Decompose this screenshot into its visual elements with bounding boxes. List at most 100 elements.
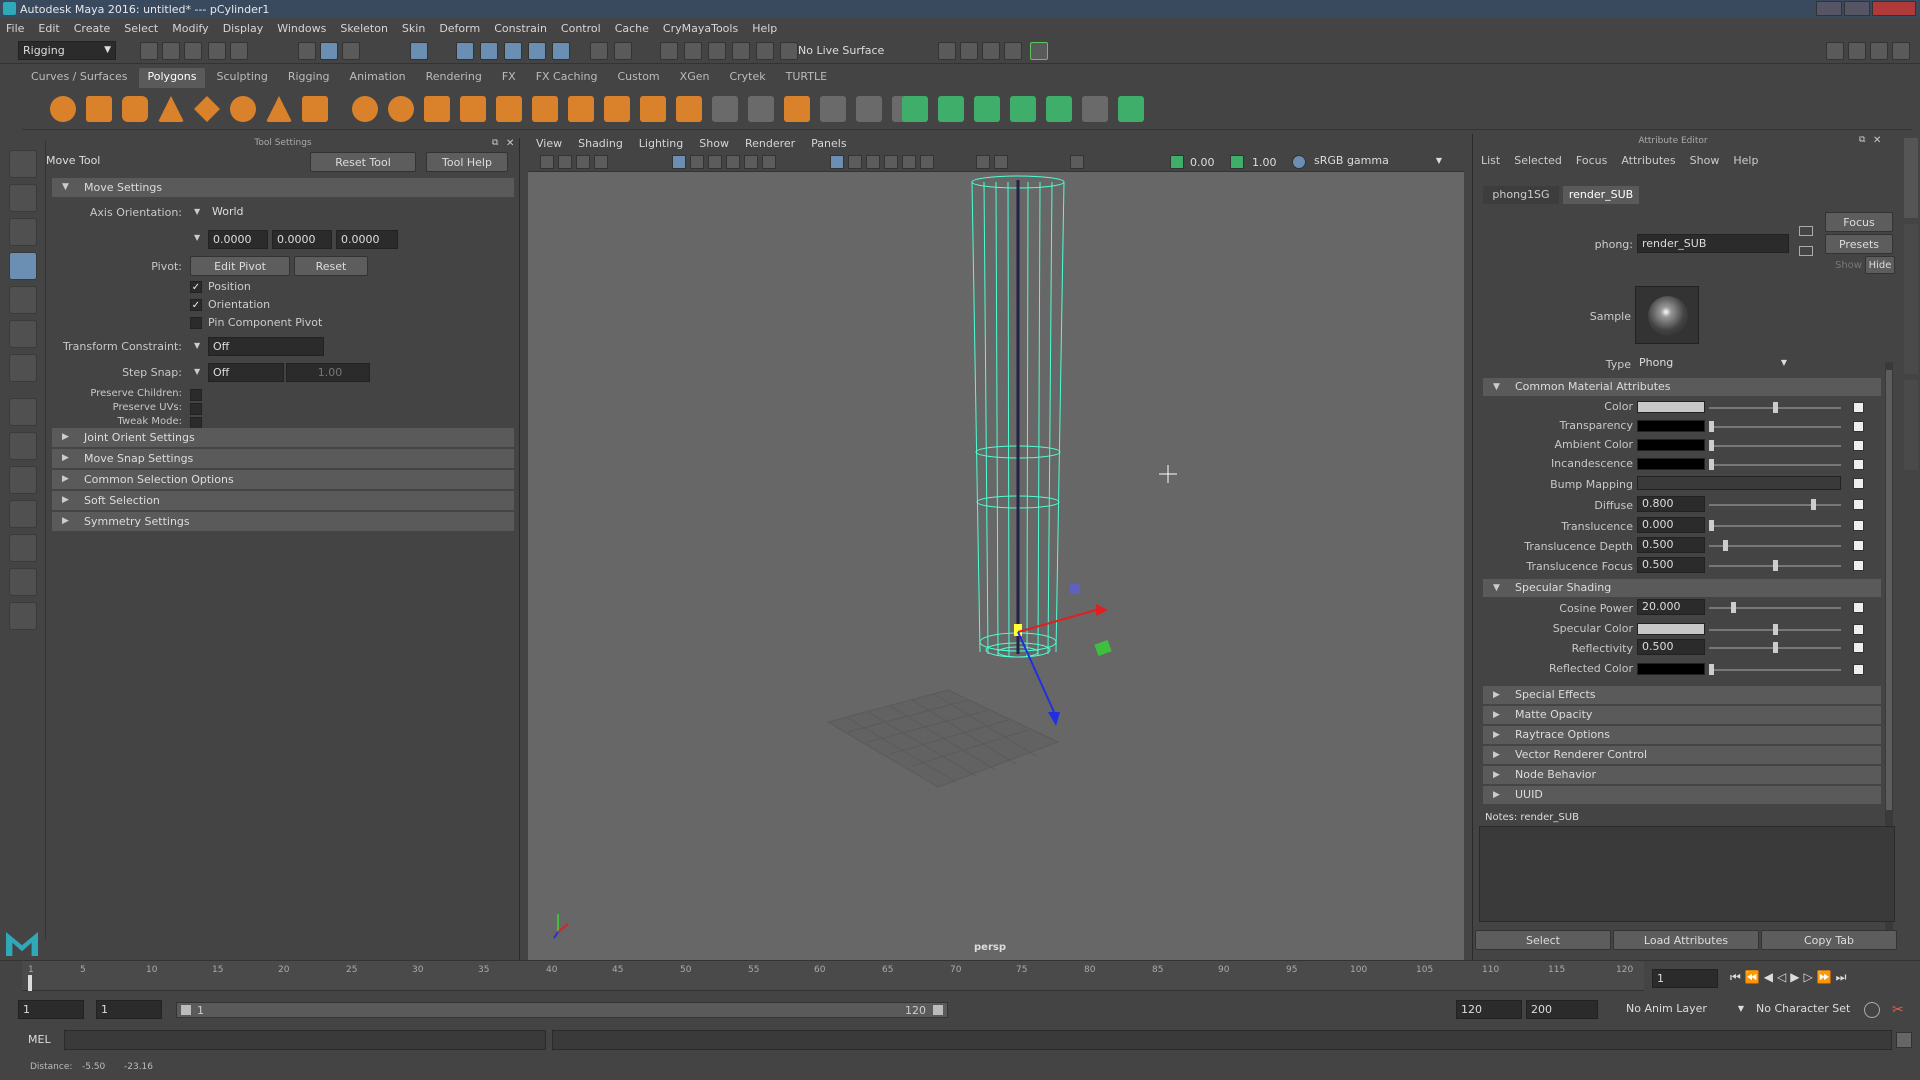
shelf-tab-rendering[interactable]: Rendering bbox=[417, 68, 491, 88]
shelf-tab-crytek[interactable]: Crytek bbox=[720, 68, 774, 88]
current-time-marker[interactable] bbox=[28, 975, 32, 991]
render-settings-icon[interactable] bbox=[982, 42, 1000, 60]
shelf-tab-xgen[interactable]: XGen bbox=[671, 68, 719, 88]
layout-four-icon[interactable] bbox=[1848, 42, 1866, 60]
cosine-power-map-button[interactable] bbox=[1853, 602, 1864, 613]
layout-single-icon[interactable] bbox=[1826, 42, 1844, 60]
edit-pivot-button[interactable]: Edit Pivot bbox=[190, 256, 290, 276]
axis-value-z[interactable]: 0.0000 bbox=[336, 230, 398, 249]
bevel-icon[interactable] bbox=[532, 96, 558, 122]
snap-grid-icon[interactable] bbox=[456, 42, 474, 60]
reflected-color-slider[interactable] bbox=[1709, 669, 1841, 671]
color-map-button[interactable] bbox=[1853, 402, 1864, 413]
ae-tab-phong1sg[interactable]: phong1SG bbox=[1483, 186, 1559, 204]
hide-button[interactable]: Hide bbox=[1865, 256, 1895, 274]
snap-curve-icon[interactable] bbox=[480, 42, 498, 60]
incandescence-slider[interactable] bbox=[1709, 464, 1841, 466]
translucence-depth-map-button[interactable] bbox=[1853, 540, 1864, 551]
move-snap-settings-section[interactable]: ▶ Move Snap Settings bbox=[52, 449, 514, 468]
ambient-color-swatch[interactable] bbox=[1637, 439, 1705, 451]
reflected-color-swatch[interactable] bbox=[1637, 663, 1705, 675]
translucence-focus-field[interactable]: 0.500 bbox=[1637, 557, 1705, 573]
node-behavior-section[interactable]: ▶ Node Behavior bbox=[1483, 766, 1881, 784]
viewport-menu-show[interactable]: Show bbox=[699, 137, 729, 150]
load-attributes-button[interactable]: Load Attributes bbox=[1613, 930, 1759, 950]
notes-textarea[interactable] bbox=[1479, 826, 1895, 922]
viewport-menu-panels[interactable]: Panels bbox=[811, 137, 846, 150]
poly-cone-icon[interactable] bbox=[158, 96, 184, 122]
select-tool-icon[interactable] bbox=[9, 150, 37, 178]
color-space-dropdown[interactable]: sRGB gamma ▼ bbox=[1310, 153, 1446, 170]
close-button[interactable] bbox=[1872, 1, 1916, 16]
go-to-input-icon[interactable] bbox=[1799, 226, 1813, 236]
diffuse-map-button[interactable] bbox=[1853, 499, 1864, 510]
ae-tab-render-sub[interactable]: render_SUB bbox=[1563, 186, 1639, 204]
time-ruler[interactable]: 1 5 10 15 20 25 30 35 40 45 50 55 60 65 … bbox=[22, 961, 1644, 991]
transparency-map-button[interactable] bbox=[1853, 421, 1864, 432]
select-component-icon[interactable] bbox=[342, 42, 360, 60]
menu-cache[interactable]: Cache bbox=[615, 22, 649, 35]
preserve-children-checkbox[interactable] bbox=[190, 389, 202, 401]
poly-pipe-icon[interactable] bbox=[302, 96, 328, 122]
xray-joints-icon[interactable] bbox=[994, 155, 1008, 169]
toggle-panels-icon[interactable] bbox=[1892, 42, 1910, 60]
film-gate-icon[interactable] bbox=[690, 155, 704, 169]
translucence-map-button[interactable] bbox=[1853, 520, 1864, 531]
ambient-color-map-button[interactable] bbox=[1853, 440, 1864, 451]
tool-help-button[interactable]: Tool Help bbox=[426, 152, 508, 172]
smooth-shade-icon[interactable] bbox=[848, 155, 862, 169]
transform-constraint-arrow-icon[interactable]: ▼ bbox=[194, 341, 200, 350]
auto-map-icon[interactable] bbox=[856, 96, 882, 122]
transparency-slider-knob[interactable] bbox=[1709, 421, 1714, 432]
menu-crymayatools[interactable]: CryMayaTools bbox=[663, 22, 738, 35]
shadows-icon[interactable] bbox=[920, 155, 934, 169]
joint-orient-settings-section[interactable]: ▶ Joint Orient Settings bbox=[52, 428, 514, 447]
layout-four-view-icon[interactable] bbox=[9, 432, 37, 460]
isolate-select-icon[interactable] bbox=[1070, 155, 1084, 169]
translucence-depth-field[interactable]: 0.500 bbox=[1637, 537, 1705, 553]
select-hierarchy-icon[interactable] bbox=[298, 42, 316, 60]
go-to-start-icon[interactable]: ⏮ bbox=[1730, 970, 1741, 985]
custom-tool-2-icon[interactable] bbox=[938, 96, 964, 122]
translucence-slider-knob[interactable] bbox=[1709, 520, 1714, 531]
menu-modify[interactable]: Modify bbox=[172, 22, 208, 35]
last-tool-icon[interactable] bbox=[9, 354, 37, 382]
ipr-render-icon[interactable] bbox=[960, 42, 978, 60]
input-ops-icon[interactable] bbox=[684, 42, 702, 60]
poly-cylinder-icon[interactable] bbox=[122, 96, 148, 122]
construction-history-icon[interactable] bbox=[732, 42, 750, 60]
layout-split-icon[interactable] bbox=[1870, 42, 1888, 60]
reflected-color-map-button[interactable] bbox=[1853, 664, 1864, 675]
range-slider-end-handle[interactable] bbox=[933, 1005, 943, 1015]
specular-shading-section[interactable]: ▼ Specular Shading bbox=[1483, 579, 1881, 597]
wireframe-icon[interactable] bbox=[830, 155, 844, 169]
gamma-icon[interactable] bbox=[1230, 155, 1244, 169]
viewport-menu-shading[interactable]: Shading bbox=[578, 137, 623, 150]
reflectivity-field[interactable]: 0.500 bbox=[1637, 639, 1705, 655]
field-chart-icon[interactable] bbox=[744, 155, 758, 169]
orientation-checkbox[interactable]: ✓ bbox=[190, 299, 202, 311]
magnet-icon[interactable] bbox=[614, 42, 632, 60]
play-backwards-icon[interactable]: ◁ bbox=[1777, 970, 1786, 985]
camera-attributes-icon[interactable] bbox=[558, 155, 572, 169]
menu-constrain[interactable]: Constrain bbox=[494, 22, 547, 35]
live-surface-icon[interactable] bbox=[756, 42, 774, 60]
time-slider[interactable]: 1 5 10 15 20 25 30 35 40 45 50 55 60 65 … bbox=[0, 960, 1920, 994]
show-label[interactable]: Show bbox=[1835, 260, 1862, 271]
color-management-icon[interactable] bbox=[1292, 155, 1306, 169]
grid-toggle-icon[interactable] bbox=[672, 155, 686, 169]
image-plane-icon[interactable] bbox=[594, 155, 608, 169]
maximize-button[interactable] bbox=[1844, 1, 1870, 16]
cosine-power-field[interactable]: 20.000 bbox=[1637, 599, 1705, 615]
poly-cube-icon[interactable] bbox=[86, 96, 112, 122]
history-icon[interactable] bbox=[660, 42, 678, 60]
soft-selection-section[interactable]: ▶ Soft Selection bbox=[52, 491, 514, 510]
smooth-icon[interactable] bbox=[460, 96, 486, 122]
layout-two-view-icon[interactable] bbox=[9, 466, 37, 494]
pin-component-pivot-checkbox[interactable] bbox=[190, 317, 202, 329]
exposure-icon[interactable] bbox=[1170, 155, 1184, 169]
shelf-tab-fx-caching[interactable]: FX Caching bbox=[527, 68, 607, 88]
reflectivity-map-button[interactable] bbox=[1853, 642, 1864, 653]
shelf-tab-turtle[interactable]: TURTLE bbox=[777, 68, 836, 88]
combine-icon[interactable] bbox=[352, 96, 378, 122]
